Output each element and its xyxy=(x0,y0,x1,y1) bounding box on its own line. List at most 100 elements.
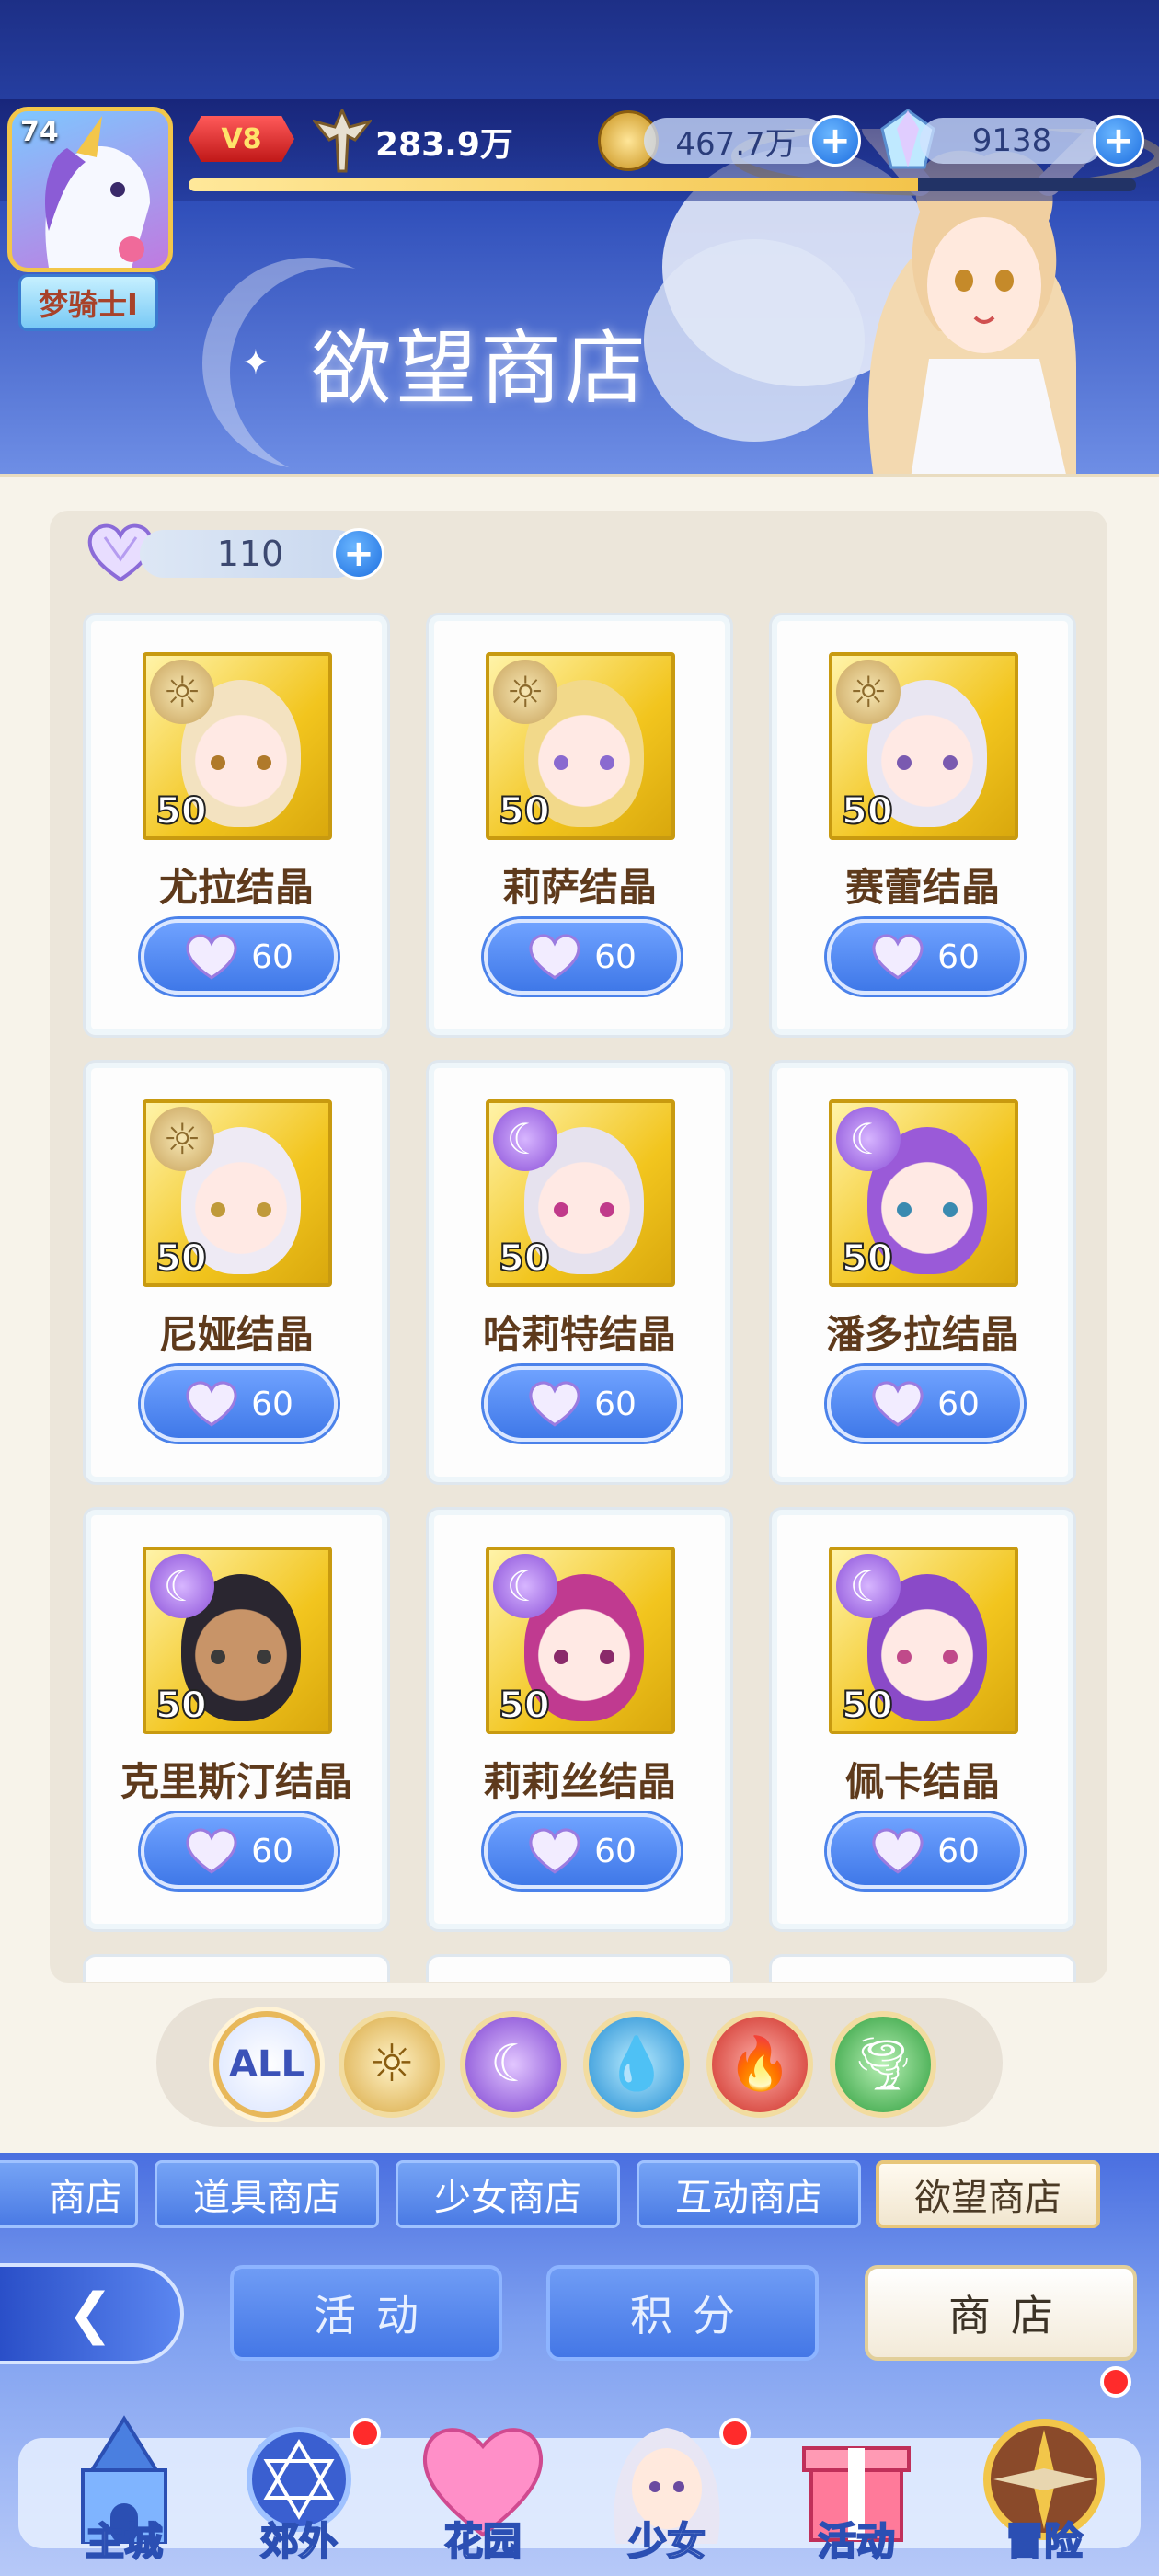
buy-button[interactable]: 60 xyxy=(827,1813,1024,1889)
item-portrait: ☾ 50 xyxy=(829,1547,1018,1734)
item-portrait: ☾ 50 xyxy=(486,1547,675,1734)
filter-water-button[interactable]: 💧 xyxy=(583,2011,690,2118)
crystal-heart-icon xyxy=(872,1828,924,1874)
shop-item-card[interactable]: ☾ 50 莉莉丝结晶 60 xyxy=(426,1507,733,1932)
item-portrait: ☼ 50 xyxy=(829,652,1018,840)
item-quantity: 50 xyxy=(498,789,551,834)
item-price: 60 xyxy=(594,1832,637,1870)
item-price: 60 xyxy=(251,1832,293,1870)
sparkle-icon: ✦ xyxy=(241,342,270,383)
buy-button[interactable]: 60 xyxy=(141,1366,338,1442)
tab-events[interactable]: 活动 xyxy=(230,2265,502,2361)
tab-girl-shop[interactable]: 少女商店 xyxy=(396,2160,620,2228)
buy-button[interactable]: 60 xyxy=(484,1813,681,1889)
item-name: 赛蕾结晶 xyxy=(844,865,1000,910)
item-name: 尼娅结晶 xyxy=(158,1312,314,1357)
tab-store[interactable]: 商店 xyxy=(865,2265,1137,2361)
add-gem-button[interactable]: + xyxy=(1093,115,1144,167)
buy-button[interactable]: 60 xyxy=(484,1366,681,1442)
shop-item-card[interactable]: ☾ 50 潘多拉结晶 60 xyxy=(769,1060,1076,1485)
shop-item-card-partial[interactable] xyxy=(426,1954,733,1982)
item-quantity: 50 xyxy=(155,1236,208,1281)
buy-button[interactable]: 60 xyxy=(484,919,681,995)
back-arrow-icon: ❮ xyxy=(66,2282,114,2346)
nav-label: 郊外 xyxy=(259,2518,339,2565)
item-portrait: ☼ 50 xyxy=(143,1099,332,1287)
nav-label: 冒险 xyxy=(1004,2518,1084,2565)
filter-wind-button[interactable]: 🌪 xyxy=(830,2011,936,2118)
shop-item-card[interactable]: ☼ 50 尤拉结晶 60 xyxy=(83,613,390,1038)
buy-button[interactable]: 60 xyxy=(141,919,338,995)
crystal-heart-icon xyxy=(529,934,580,980)
item-portrait: ☾ 50 xyxy=(829,1099,1018,1287)
crystal-heart-icon xyxy=(186,1381,237,1427)
filter-dark-button[interactable]: ☾ xyxy=(460,2011,567,2118)
notification-dot xyxy=(350,2418,381,2449)
item-quantity: 50 xyxy=(498,1684,551,1728)
item-price: 60 xyxy=(251,1385,293,1423)
dark-element-icon: ☾ xyxy=(836,1107,901,1171)
notification-dot xyxy=(719,2418,751,2449)
crystal-heart-icon xyxy=(186,1828,237,1874)
buy-button[interactable]: 60 xyxy=(827,919,1024,995)
player-name[interactable]: 梦骑士I xyxy=(18,274,158,331)
page-title: 欲望商店 xyxy=(311,321,650,416)
back-button[interactable]: ❮ xyxy=(0,2263,184,2364)
shop-item-card[interactable]: ☼ 50 赛蕾结晶 60 xyxy=(769,613,1076,1038)
item-name: 佩卡结晶 xyxy=(844,1759,1000,1804)
combat-power-icon xyxy=(313,109,372,173)
tab-points[interactable]: 积分 xyxy=(546,2265,819,2361)
exp-progress-bar xyxy=(189,178,1136,191)
add-shop-currency-button[interactable]: + xyxy=(333,528,384,580)
shop-item-card[interactable]: ☾ 50 克里斯汀结晶 60 xyxy=(83,1507,390,1932)
add-gold-button[interactable]: + xyxy=(809,115,861,167)
dark-element-icon: ☾ xyxy=(493,1554,557,1618)
tab-desire-shop[interactable]: 欲望商店 xyxy=(876,2160,1100,2228)
shop-item-card-partial[interactable] xyxy=(769,1954,1076,1982)
filter-fire-button[interactable]: 🔥 xyxy=(706,2011,813,2118)
item-name: 克里斯汀结晶 xyxy=(120,1759,352,1804)
item-name: 潘多拉结晶 xyxy=(825,1312,1019,1357)
shop-item-card-partial[interactable] xyxy=(83,1954,390,1982)
filter-light-button[interactable]: ☼ xyxy=(339,2011,445,2118)
buy-button[interactable]: 60 xyxy=(141,1813,338,1889)
shop-item-card[interactable]: ☾ 50 哈莉特结晶 60 xyxy=(426,1060,733,1485)
light-element-icon: ☼ xyxy=(150,660,214,724)
item-price: 60 xyxy=(937,937,980,976)
item-portrait: ☾ 50 xyxy=(486,1099,675,1287)
item-price: 60 xyxy=(251,937,293,976)
shop-item-card[interactable]: ☼ 50 莉萨结晶 60 xyxy=(426,613,733,1038)
nav-adventure[interactable]: 冒险 xyxy=(957,2392,1131,2567)
shop-item-card[interactable]: ☾ 50 佩卡结晶 60 xyxy=(769,1507,1076,1932)
light-element-icon: ☼ xyxy=(836,660,901,724)
nav-events[interactable]: 活动 xyxy=(769,2392,944,2567)
vip-badge[interactable]: V8 xyxy=(189,116,294,162)
item-quantity: 50 xyxy=(841,789,894,834)
nav-label: 活动 xyxy=(817,2518,896,2565)
notification-dot xyxy=(1100,2366,1131,2398)
nav-label: 花园 xyxy=(443,2518,522,2565)
item-quantity: 50 xyxy=(841,1236,894,1281)
combat-power-value: 283.9万 xyxy=(375,126,513,164)
wind-tornado-icon: 🌪 xyxy=(850,2034,916,2094)
item-quantity: 50 xyxy=(155,1684,208,1728)
buy-button[interactable]: 60 xyxy=(827,1366,1024,1442)
tab-shop-general[interactable]: 商店 xyxy=(0,2160,138,2228)
filter-all-button[interactable]: ALL xyxy=(213,2011,320,2118)
tab-interaction-shop[interactable]: 互动商店 xyxy=(637,2160,861,2228)
dark-element-icon: ☾ xyxy=(150,1554,214,1618)
dark-element-icon: ☾ xyxy=(493,1107,557,1171)
exp-progress-fill xyxy=(189,178,919,191)
shop-item-card[interactable]: ☼ 50 尼娅结晶 60 xyxy=(83,1060,390,1485)
light-element-icon: ☼ xyxy=(368,2034,416,2094)
nav-garden[interactable]: 花园 xyxy=(396,2392,570,2567)
crystal-heart-icon xyxy=(872,934,924,980)
gold-amount: 467.7万 xyxy=(644,118,828,164)
light-element-icon: ☼ xyxy=(493,660,557,724)
crystal-heart-icon xyxy=(872,1381,924,1427)
gem-amount: 9138 xyxy=(920,118,1104,164)
item-name: 哈莉特结晶 xyxy=(482,1312,676,1357)
player-level: 74 xyxy=(20,116,59,148)
nav-main-city[interactable]: 主城 xyxy=(37,2392,212,2567)
tab-item-shop[interactable]: 道具商店 xyxy=(155,2160,379,2228)
